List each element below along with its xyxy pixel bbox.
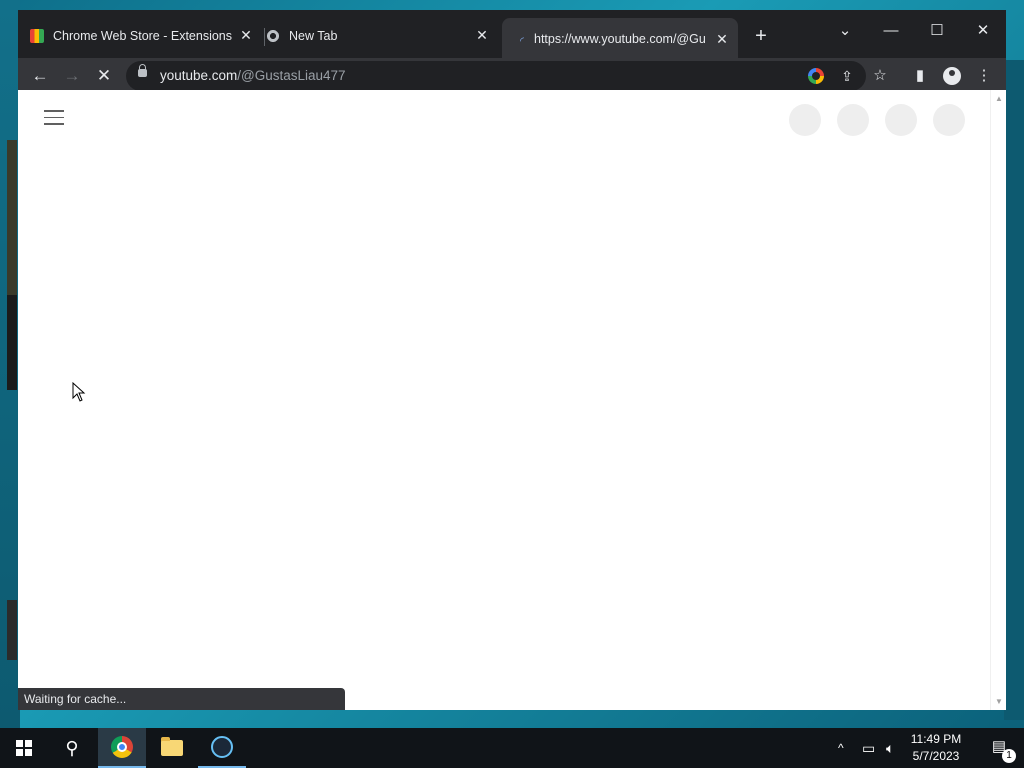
chrome-menu-icon[interactable]: ⋮ <box>972 64 996 88</box>
close-window-button[interactable]: ✕ <box>960 16 1006 46</box>
side-panel-icon[interactable]: ▮ <box>908 64 932 88</box>
stop-loading-button[interactable]: ✕ <box>92 64 116 88</box>
taskbar-file-explorer[interactable] <box>148 728 196 768</box>
system-clock[interactable]: 11:49 PM 5/7/2023 <box>906 731 966 765</box>
tab-close-icon[interactable]: ✕ <box>474 27 490 43</box>
tab-strip: Chrome Web Store - Extensions ✕ New Tab … <box>18 10 1006 60</box>
clock-date: 5/7/2023 <box>912 749 960 763</box>
search-button[interactable]: ⚲ <box>48 728 96 768</box>
status-bubble: Waiting for cache... <box>18 688 345 710</box>
action-center-button[interactable]: ▤ 1 <box>988 737 1016 763</box>
clock-time: 11:49 PM <box>910 732 962 746</box>
tab-label: New Tab <box>289 29 338 43</box>
tray-overflow-icon[interactable]: ^ <box>838 728 844 768</box>
steam-icon <box>211 736 233 758</box>
chrome-icon <box>266 29 280 43</box>
taskbar-chrome[interactable] <box>98 728 146 768</box>
search-icon: ⚲ <box>65 737 79 758</box>
chrome-window: Chrome Web Store - Extensions ✕ New Tab … <box>18 10 1006 710</box>
tab-label: https://www.youtube.com/@GustasLiau477 <box>534 32 706 46</box>
windows-logo-icon <box>16 740 32 756</box>
new-tab-button[interactable]: + <box>750 25 772 47</box>
folder-icon <box>161 737 183 756</box>
page-content <box>18 90 990 710</box>
loading-placeholder <box>789 104 821 136</box>
background-window-edge <box>7 140 17 295</box>
volume-icon[interactable]: 🔈︎ <box>886 728 894 768</box>
desktop-background-right <box>1004 60 1024 720</box>
tab-separator <box>264 28 265 46</box>
loading-placeholder <box>837 104 869 136</box>
lock-icon[interactable] <box>138 64 147 77</box>
tab-label: Chrome Web Store - Extensions <box>53 29 233 43</box>
tab-chrome-web-store[interactable]: Chrome Web Store - Extensions ✕ <box>30 23 262 49</box>
hamburger-menu-icon[interactable] <box>44 110 64 126</box>
tab-close-icon[interactable]: ✕ <box>714 31 730 47</box>
chrome-web-store-icon <box>30 29 44 43</box>
loading-spinner-icon: ◜ <box>520 36 524 47</box>
google-lens-icon[interactable] <box>805 65 827 87</box>
tab-youtube-active[interactable]: ◜ https://www.youtube.com/@GustasLiau477… <box>502 18 738 60</box>
url-text[interactable]: youtube.com/@GustasLiau477 <box>160 68 346 83</box>
loading-placeholder <box>933 104 965 136</box>
page-scrollbar[interactable]: ▲ ▼ <box>990 90 1006 710</box>
back-button[interactable]: ← <box>28 64 52 88</box>
background-window-edge <box>7 295 17 390</box>
address-bar[interactable]: youtube.com/@GustasLiau477 ⇪ <box>126 61 866 91</box>
scroll-up-icon[interactable]: ▲ <box>995 94 1003 103</box>
tab-search-button[interactable]: ⌄ <box>822 16 868 46</box>
network-icon[interactable]: ▭ <box>862 728 875 768</box>
share-icon[interactable]: ⇪ <box>836 65 858 87</box>
profile-avatar-icon[interactable] <box>940 64 964 88</box>
bookmark-star-icon[interactable]: ☆ <box>868 64 892 88</box>
tab-new-tab[interactable]: New Tab ✕ <box>266 23 498 49</box>
scroll-down-icon[interactable]: ▼ <box>995 697 1003 706</box>
notification-count-badge: 1 <box>1002 749 1016 763</box>
maximize-button[interactable]: ☐ <box>914 16 960 46</box>
loading-placeholder <box>885 104 917 136</box>
background-window-edge <box>7 600 17 660</box>
forward-button[interactable]: → <box>60 64 84 88</box>
browser-toolbar: ← → ✕ youtube.com/@GustasLiau477 ⇪ ☆ ▮ ⋮ <box>18 58 1006 94</box>
desktop-background-left <box>0 0 20 728</box>
windows-taskbar: ⚲ ^ ▭ 🔈︎ 11:49 PM 5/7/2023 ▤ 1 <box>0 728 1024 768</box>
start-button[interactable] <box>0 728 48 768</box>
tab-close-icon[interactable]: ✕ <box>238 27 254 43</box>
chrome-icon <box>111 736 133 758</box>
taskbar-steam[interactable] <box>198 728 246 768</box>
minimize-button[interactable]: — <box>868 16 914 46</box>
